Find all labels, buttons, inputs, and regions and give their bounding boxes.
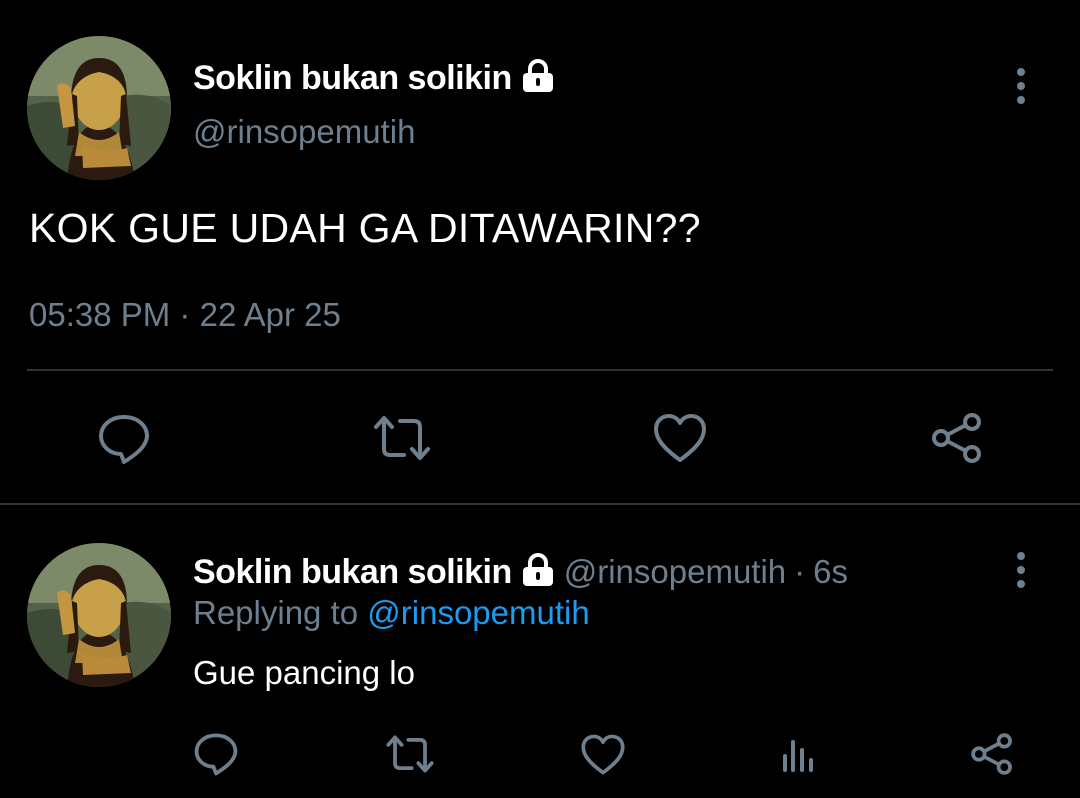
reply-text: Gue pancing lo [193,654,415,691]
tweet-time: 05:38 PM [29,296,171,333]
divider [27,369,1053,371]
avatar[interactable] [27,543,171,687]
tweet-text: KOK GUE UDAH GA DITAWARIN?? [29,205,701,251]
replying-to-label: Replying to [193,594,359,631]
reply-icon[interactable] [96,411,152,467]
divider [0,503,1080,505]
replying-to-link[interactable]: @rinsopemutih [367,594,589,631]
retweet-icon[interactable] [384,732,436,776]
replying-to: Replying to @rinsopemutih [193,594,590,632]
avatar-image [27,36,171,180]
like-icon[interactable] [652,411,708,465]
tweet-age: 6s [813,553,849,590]
lock-icon [520,552,556,592]
display-name[interactable]: Soklin bukan solikin [193,59,512,98]
handle[interactable]: @rinsopemutih [193,113,415,151]
display-name[interactable]: Soklin bukan solikin [193,553,512,592]
retweet-icon[interactable] [372,413,432,463]
tweet-timestamp: 05:38 PM · 22 Apr 25 [29,296,341,334]
handle[interactable]: @rinsopemutih [564,553,786,591]
timestamp-separator: · [179,296,191,333]
tweet-date: 22 Apr 25 [199,296,341,333]
avatar-image [27,543,171,687]
analytics-icon[interactable] [776,732,820,776]
more-options-icon[interactable] [1017,68,1025,104]
like-icon[interactable] [579,731,627,777]
lock-icon [520,58,556,98]
meta-separator: · [794,553,806,590]
more-options-icon[interactable] [1017,552,1025,588]
reply-icon[interactable] [192,730,240,778]
avatar[interactable] [27,36,171,180]
share-icon[interactable] [968,730,1016,778]
share-icon[interactable] [929,410,985,466]
